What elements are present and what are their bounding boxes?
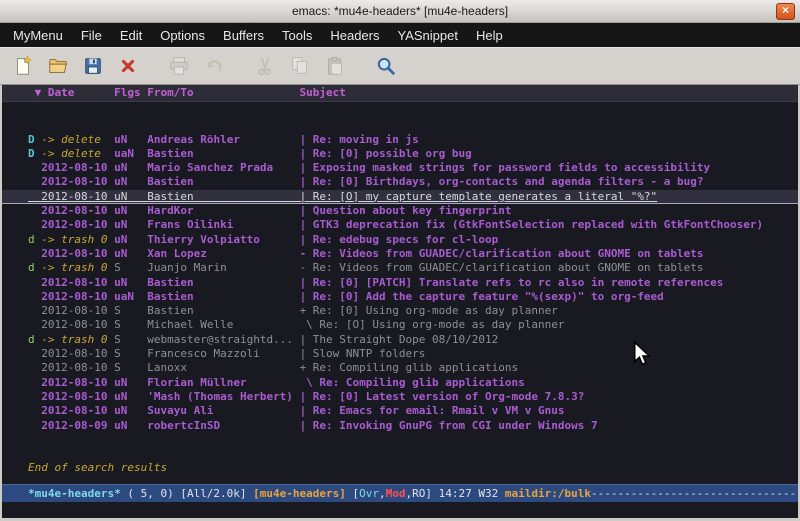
toolbar-close-button[interactable] <box>113 51 143 81</box>
menu-item-options[interactable]: Options <box>151 25 214 46</box>
mode-line-segment: Mod <box>386 487 406 500</box>
menu-item-help[interactable]: Help <box>467 25 512 46</box>
message-row[interactable]: 2012-08-10 uN Mario Sanchez Prada | Expo… <box>2 161 798 175</box>
message-row[interactable]: 2012-08-10 uN 'Mash (Thomas Herbert) | R… <box>2 390 798 404</box>
message-list: D -> delete uN Andreas Röhler | Re: movi… <box>2 133 798 433</box>
mode-line-segment: , <box>379 487 386 500</box>
print-icon <box>168 55 190 77</box>
menu-item-tools[interactable]: Tools <box>273 25 321 46</box>
mode-line-segment: ,RO] <box>406 487 433 500</box>
mode-line-segment: *mu4e-headers* <box>28 487 121 500</box>
message-row[interactable]: 2012-08-10 uN Florian Müllner \ Re: Comp… <box>2 376 798 390</box>
mode-line-segment: [ <box>346 487 359 500</box>
mode-line-segment: maildir:/bulk <box>505 487 591 500</box>
message-row[interactable]: D -> delete uaN Bastien | Re: [0] possib… <box>2 147 798 161</box>
message-row[interactable]: d -> trash 0 S webmaster@straightd... | … <box>2 333 798 347</box>
toolbar-paste-button <box>320 51 350 81</box>
emacs-window: emacs: *mu4e-headers* [mu4e-headers] × M… <box>0 0 800 521</box>
search-icon <box>375 55 397 77</box>
mode-line-segment: 14:27 W32 <box>432 487 505 500</box>
end-of-search-results: End of search results <box>2 461 798 475</box>
mu4e-headers-buffer: ▼ Date Flgs From/To Subject D -> delete … <box>0 85 800 521</box>
menu-item-buffers[interactable]: Buffers <box>214 25 273 46</box>
toolbar-copy-button <box>285 51 315 81</box>
message-row[interactable]: 2012-08-10 S Lanoxx + Re: Compiling glib… <box>2 361 798 375</box>
open-file-icon <box>47 55 69 77</box>
message-row[interactable]: 2012-08-10 S Francesco Mazzoli | Slow NN… <box>2 347 798 361</box>
toolbar-open-file-button[interactable] <box>43 51 73 81</box>
mode-line-segment: ----------------------------------------… <box>591 487 798 500</box>
message-row[interactable]: 2012-08-10 S Michael Welle \ Re: [O] Usi… <box>2 318 798 332</box>
message-row[interactable]: d -> trash 0 S Juanjo Marin - Re: Videos… <box>2 261 798 275</box>
menu-item-file[interactable]: File <box>72 25 111 46</box>
mode-line-segment: [mu4e-headers] <box>253 487 346 500</box>
message-row[interactable]: 2012-08-10 uN Bastien | Re: [0] Birthday… <box>2 175 798 189</box>
toolbar-cut-button <box>250 51 280 81</box>
paste-icon <box>324 55 346 77</box>
message-row[interactable]: d -> trash 0 uN Thierry Volpiatto | Re: … <box>2 233 798 247</box>
message-row[interactable]: 2012-08-10 uN Suvayu Ali | Re: Emacs for… <box>2 404 798 418</box>
titlebar[interactable]: emacs: *mu4e-headers* [mu4e-headers] × <box>0 0 800 23</box>
mode-line-segment: ( 5, 0) [All/2.0k] <box>121 487 253 500</box>
menu-item-edit[interactable]: Edit <box>111 25 151 46</box>
window-title: emacs: *mu4e-headers* [mu4e-headers] <box>292 4 508 18</box>
tool-bar <box>0 47 800 85</box>
toolbar-save-button[interactable] <box>78 51 108 81</box>
message-list-area: D -> delete uN Andreas Röhler | Re: movi… <box>2 102 798 484</box>
toolbar-new-file-button[interactable] <box>8 51 38 81</box>
message-row[interactable]: 2012-08-10 uN HardKor | Question about k… <box>2 204 798 218</box>
menu-item-yasnippet[interactable]: YASnippet <box>388 25 466 46</box>
cut-icon <box>254 55 276 77</box>
undo-icon <box>203 55 225 77</box>
message-row[interactable]: 2012-08-09 uN robertcInSD | Re: Invoking… <box>2 419 798 433</box>
minibuffer[interactable] <box>2 502 798 518</box>
message-row[interactable]: 2012-08-10 uaN Bastien | Re: [0] Add the… <box>2 290 798 304</box>
mode-line[interactable]: *mu4e-headers* ( 5, 0) [All/2.0k] [mu4e-… <box>2 484 798 502</box>
menu-item-mymenu[interactable]: MyMenu <box>4 25 72 46</box>
message-row[interactable]: 2012-08-10 uN Frans Oilinki | GTK3 depre… <box>2 218 798 232</box>
copy-icon <box>289 55 311 77</box>
menu-bar: MyMenuFileEditOptionsBuffersToolsHeaders… <box>0 23 800 47</box>
message-row[interactable]: D -> delete uN Andreas Röhler | Re: movi… <box>2 133 798 147</box>
message-row[interactable]: 2012-08-10 uN Bastien | Re: [0] [PATCH] … <box>2 276 798 290</box>
new-file-icon <box>12 55 34 77</box>
message-row[interactable]: 2012-08-10 uN Xan Lopez - Re: Videos fro… <box>2 247 798 261</box>
message-row[interactable]: 2012-08-10 S Bastien + Re: [0] Using org… <box>2 304 798 318</box>
close-icon <box>117 55 139 77</box>
toolbar-search-button[interactable] <box>371 51 401 81</box>
menu-item-headers[interactable]: Headers <box>321 25 388 46</box>
mode-line-segment: Ovr <box>359 487 379 500</box>
toolbar-undo-button <box>199 51 229 81</box>
window-close-button[interactable]: × <box>776 3 795 20</box>
toolbar-print-button <box>164 51 194 81</box>
save-icon <box>82 55 104 77</box>
headers-column-header[interactable]: ▼ Date Flgs From/To Subject <box>2 85 798 102</box>
message-row-selected[interactable]: 2012-08-10 uN Bastien | Re: [O] my captu… <box>2 190 798 204</box>
